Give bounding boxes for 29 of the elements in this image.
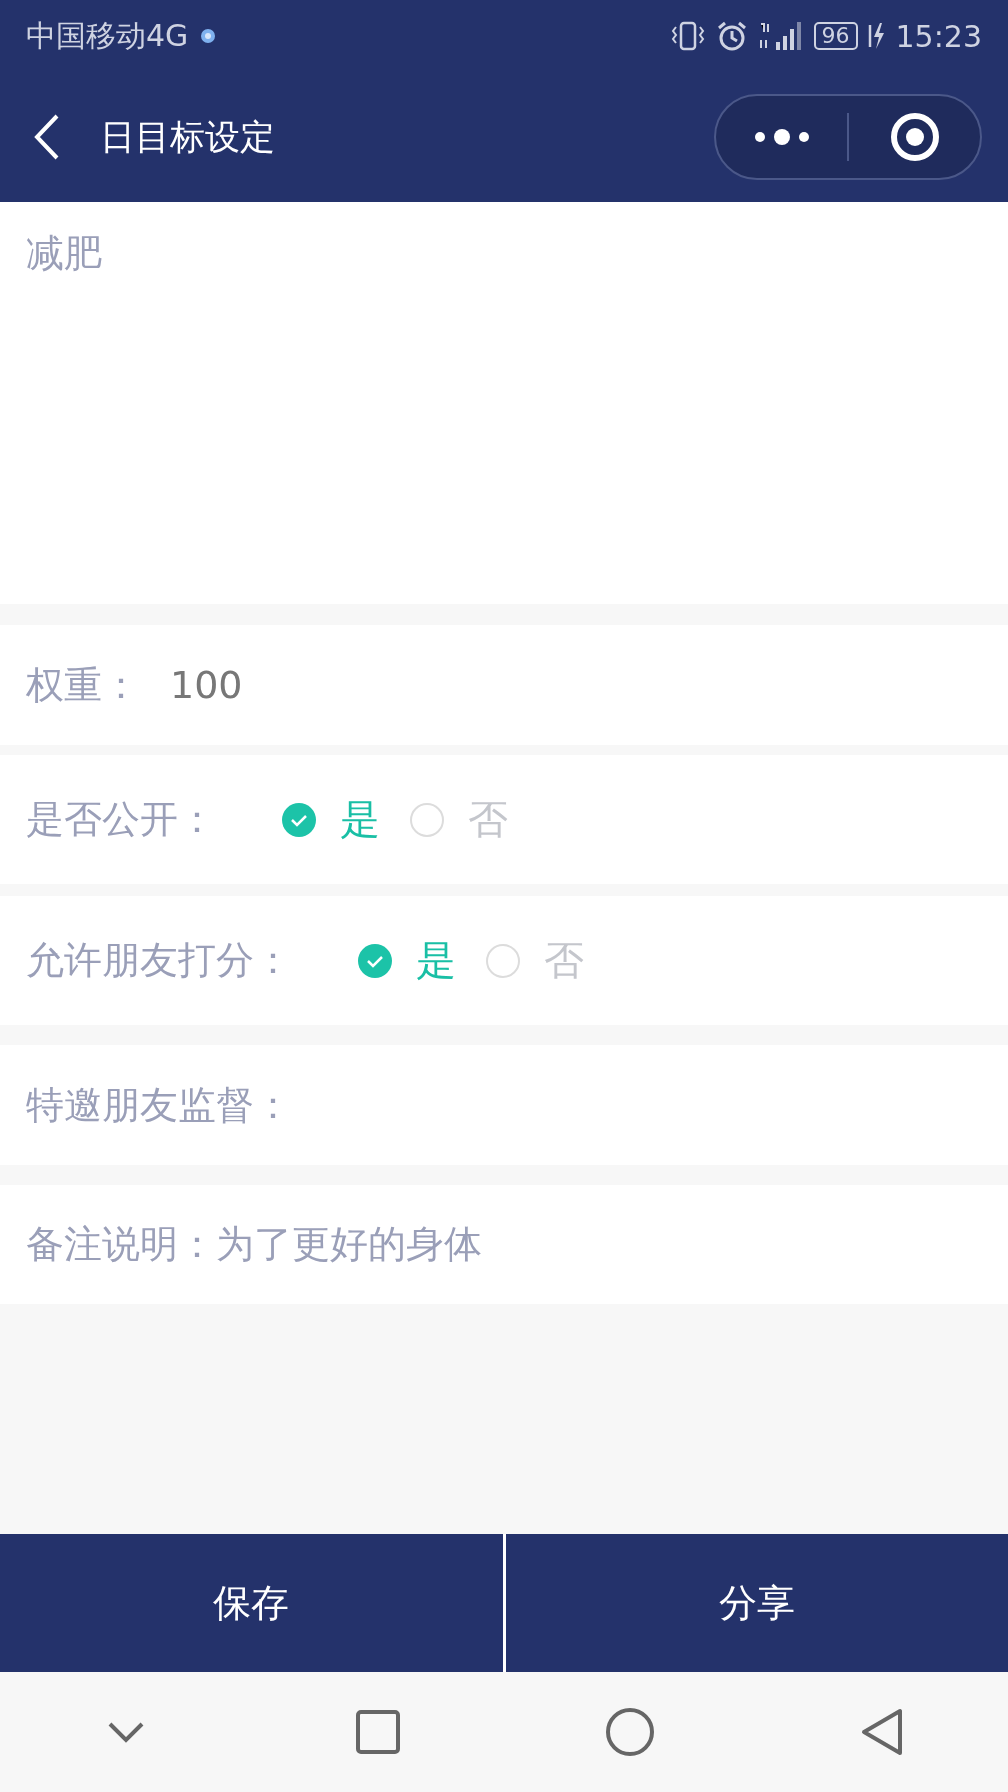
supervisor-label: 特邀朋友监督：	[26, 1081, 292, 1129]
target-icon	[889, 112, 940, 162]
note-label: 备注说明：	[26, 1221, 216, 1268]
recents-icon[interactable]	[356, 1710, 400, 1754]
alarm-icon	[715, 20, 748, 52]
home-icon[interactable]	[606, 1708, 654, 1756]
back-icon[interactable]	[861, 1708, 903, 1756]
more-icon	[752, 128, 811, 146]
action-button[interactable]: 分享	[505, 1534, 1008, 1672]
goal-field[interactable]: 减肥	[0, 202, 1008, 604]
toggle-label: 是否公开：	[26, 796, 216, 843]
clock-time: 15:23	[895, 18, 982, 54]
chevron-down-icon[interactable]	[107, 1721, 145, 1743]
radio-option[interactable]: 否	[486, 933, 584, 988]
radio-option[interactable]: 否	[410, 792, 508, 847]
page-title: 日目标设定	[100, 115, 275, 159]
vibrate-icon	[669, 21, 706, 51]
charging-icon	[867, 21, 886, 51]
toggle-label: 允许朋友打分：	[26, 937, 292, 984]
signal-icon	[757, 20, 804, 52]
note-value: 为了更好的身体	[216, 1221, 482, 1268]
radio-option[interactable]: 是	[282, 792, 380, 847]
location-icon	[200, 28, 217, 44]
weight-label: 权重：	[26, 661, 140, 709]
weight-value: 100	[170, 663, 243, 707]
battery-level: 96	[813, 22, 858, 50]
carrier-text: 中国移动4G	[26, 16, 189, 55]
action-button[interactable]: 保存	[0, 1534, 503, 1672]
radio-option[interactable]: 是	[358, 933, 456, 988]
